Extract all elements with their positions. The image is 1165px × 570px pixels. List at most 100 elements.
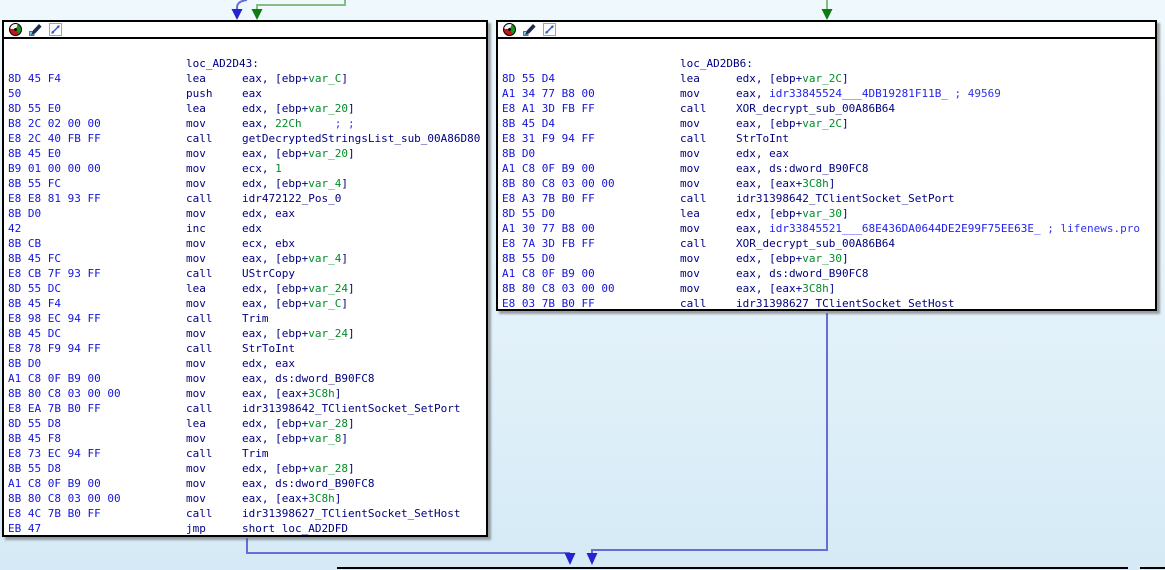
asm-line[interactable]: E8 CB 7F 93 FFcallUStrCopy bbox=[4, 266, 486, 281]
asm-line[interactable]: 42incedx bbox=[4, 221, 486, 236]
mnemonic: mov bbox=[680, 266, 700, 281]
node-color-icon[interactable] bbox=[9, 23, 22, 36]
asm-line[interactable]: 8B 45 F8moveax, [ebp+var_8] bbox=[4, 431, 486, 446]
opcode-bytes: 8B 80 C8 03 00 00 bbox=[8, 491, 121, 506]
asm-line[interactable]: 8B 80 C8 03 00 00moveax, [eax+3C8h] bbox=[4, 386, 486, 401]
asm-line[interactable]: E8 4C 7B B0 FFcallidr31398627_TClientSoc… bbox=[4, 506, 486, 521]
asm-line[interactable]: E8 31 F9 94 FFcallStrToInt bbox=[498, 131, 1155, 146]
operands: ecx, ebx bbox=[242, 236, 295, 251]
opcode-bytes: B9 01 00 00 00 bbox=[8, 161, 101, 176]
basic-block-loc_AD2DB6[interactable]: loc_AD2DB6:8D 55 D4leaedx, [ebp+var_2C]A… bbox=[496, 20, 1157, 311]
opcode-bytes: 8B 80 C8 03 00 00 bbox=[502, 176, 615, 191]
disassembly-listing: loc_AD2DB6:8D 55 D4leaedx, [ebp+var_2C]A… bbox=[498, 39, 1155, 311]
graph-view-canvas[interactable]: loc_AD2D43:8D 45 F4leaeax, [ebp+var_C]50… bbox=[0, 0, 1165, 570]
mnemonic: mov bbox=[680, 281, 700, 296]
asm-line[interactable]: B9 01 00 00 00movecx, 1 bbox=[4, 161, 486, 176]
operands: eax, 22Ch ; ; bbox=[242, 116, 355, 131]
mnemonic: mov bbox=[680, 176, 700, 191]
asm-line[interactable]: 8B 80 C8 03 00 00moveax, [eax+3C8h] bbox=[498, 281, 1155, 296]
asm-line[interactable]: E8 03 7B B0 FFcallidr31398627_TClientSoc… bbox=[498, 296, 1155, 311]
asm-line[interactable]: A1 30 77 B8 00moveax, idr33845521___68E4… bbox=[498, 221, 1155, 236]
mnemonic: lea bbox=[186, 416, 206, 431]
operands: edx, [ebp+var_4] bbox=[242, 176, 348, 191]
asm-line[interactable]: 8B 80 C8 03 00 00moveax, [eax+3C8h] bbox=[4, 491, 486, 506]
asm-line[interactable]: 8D 45 F4leaeax, [ebp+var_C] bbox=[4, 71, 486, 86]
operands: eax, [ebp+var_24] bbox=[242, 326, 355, 341]
asm-line[interactable]: E8 7A 3D FB FFcallXOR_decrypt_sub_00A86B… bbox=[498, 236, 1155, 251]
asm-line[interactable]: 8B 45 FCmoveax, [ebp+var_4] bbox=[4, 251, 486, 266]
asm-line[interactable]: E8 73 EC 94 FFcallTrim bbox=[4, 446, 486, 461]
asm-line[interactable]: 8D 55 DCleaedx, [ebp+var_24] bbox=[4, 281, 486, 296]
block-label: loc_AD2D43: bbox=[186, 56, 259, 71]
opcode-bytes: A1 C8 0F B9 00 bbox=[502, 266, 595, 281]
mnemonic: mov bbox=[186, 176, 206, 191]
operands: eax, ds:dword_B90FC8 bbox=[736, 266, 868, 281]
asm-blank-line[interactable] bbox=[498, 41, 1155, 56]
asm-line[interactable]: 8B D0movedx, eax bbox=[4, 206, 486, 221]
opcode-bytes: 8B 80 C8 03 00 00 bbox=[502, 281, 615, 296]
asm-line[interactable]: 8B 45 DCmoveax, [ebp+var_24] bbox=[4, 326, 486, 341]
edge-outgoing-left bbox=[247, 538, 576, 565]
asm-line[interactable]: 8B 55 FCmovedx, [ebp+var_4] bbox=[4, 176, 486, 191]
basic-block-loc_AD2D43[interactable]: loc_AD2D43:8D 45 F4leaeax, [ebp+var_C]50… bbox=[2, 20, 488, 537]
asm-line[interactable]: 8B D0movedx, eax bbox=[498, 146, 1155, 161]
asm-line[interactable]: A1 C8 0F B9 00moveax, ds:dword_B90FC8 bbox=[4, 476, 486, 491]
asm-line[interactable]: E8 E8 81 93 FFcallidr472122_Pos_0 bbox=[4, 191, 486, 206]
asm-line[interactable]: A1 34 77 B8 00moveax, idr33845524___4DB1… bbox=[498, 86, 1155, 101]
graph-options-icon[interactable] bbox=[543, 23, 556, 36]
asm-blank-line[interactable] bbox=[4, 41, 486, 56]
operands: edx bbox=[242, 221, 262, 236]
operands: edx, eax bbox=[736, 146, 789, 161]
asm-line[interactable]: B8 2C 02 00 00moveax, 22Ch ; ; bbox=[4, 116, 486, 131]
operands: getDecryptedStringsList_sub_00A86D80 bbox=[242, 131, 480, 146]
asm-line[interactable]: 8B 55 D8movedx, [ebp+var_28] bbox=[4, 461, 486, 476]
mnemonic: mov bbox=[186, 371, 206, 386]
opcode-bytes: 8B D0 bbox=[8, 206, 41, 221]
asm-line[interactable]: 8B 80 C8 03 00 00 mov eax, [eax+3C8h] bbox=[498, 176, 1155, 191]
asm-line[interactable]: 8D 55 D0leaedx, [ebp+var_30] bbox=[498, 206, 1155, 221]
edge-incoming-true-left bbox=[252, 0, 346, 20]
asm-line[interactable]: 50pusheax bbox=[4, 86, 486, 101]
opcode-bytes: A1 30 77 B8 00 bbox=[502, 221, 595, 236]
edit-icon[interactable] bbox=[29, 23, 42, 36]
asm-line[interactable]: A1 C8 0F B9 00 mov eax, ds:dword_B90FC8 bbox=[498, 266, 1155, 281]
asm-line[interactable]: A1 C8 0F B9 00moveax, ds:dword_B90FC8 bbox=[4, 371, 486, 386]
operands: edx, [ebp+var_20] bbox=[242, 101, 355, 116]
asm-line[interactable]: 8D 55 E0leaedx, [ebp+var_20] bbox=[4, 101, 486, 116]
operands: eax, [ebp+var_2C] bbox=[736, 116, 849, 131]
asm-line[interactable]: E8 EA 7B B0 FFcallidr31398642_TClientSoc… bbox=[4, 401, 486, 416]
operands: eax, [eax+3C8h] bbox=[736, 176, 835, 191]
asm-line[interactable]: E8 98 EC 94 FFcallTrim bbox=[4, 311, 486, 326]
mnemonic: call bbox=[186, 506, 213, 521]
graph-options-icon[interactable] bbox=[49, 23, 62, 36]
operands: StrToInt bbox=[736, 131, 789, 146]
mnemonic: mov bbox=[680, 161, 700, 176]
asm-line[interactable]: EB 47jmpshort loc_AD2DFD bbox=[4, 521, 486, 536]
asm-line[interactable]: E8 2C 40 FB FFcallgetDecryptedStringsLis… bbox=[4, 131, 486, 146]
asm-line[interactable]: 8D 55 D4leaedx, [ebp+var_2C] bbox=[498, 71, 1155, 86]
asm-line[interactable]: 8B 55 D0movedx, [ebp+var_30] bbox=[498, 251, 1155, 266]
operands: Trim bbox=[242, 446, 269, 461]
mnemonic: mov bbox=[186, 146, 206, 161]
asm-label-line[interactable]: loc_AD2DB6: bbox=[498, 56, 1155, 71]
asm-line[interactable]: E8 A3 7B B0 FFcallidr31398642_TClientSoc… bbox=[498, 191, 1155, 206]
asm-line[interactable]: 8B 45 D4moveax, [ebp+var_2C] bbox=[498, 116, 1155, 131]
asm-line[interactable]: 8B CBmovecx, ebx bbox=[4, 236, 486, 251]
asm-line[interactable]: 8B 45 E0moveax, [ebp+var_20] bbox=[4, 146, 486, 161]
operands: eax, [ebp+var_4] bbox=[242, 251, 348, 266]
node-color-icon[interactable] bbox=[503, 23, 516, 36]
asm-line[interactable]: E8 A1 3D FB FFcallXOR_decrypt_sub_00A86B… bbox=[498, 101, 1155, 116]
opcode-bytes: A1 C8 0F B9 00 bbox=[502, 161, 595, 176]
asm-line[interactable]: A1 C8 0F B9 00moveax, ds:dword_B90FC8 bbox=[498, 161, 1155, 176]
opcode-bytes: E8 78 F9 94 FF bbox=[8, 341, 101, 356]
asm-line[interactable]: E8 78 F9 94 FFcallStrToInt bbox=[4, 341, 486, 356]
edit-icon[interactable] bbox=[523, 23, 536, 36]
mnemonic: mov bbox=[680, 116, 700, 131]
operands: edx, eax bbox=[242, 356, 295, 371]
asm-line[interactable]: 8D 55 D8leaedx, [ebp+var_28] bbox=[4, 416, 486, 431]
asm-line[interactable]: 8B D0movedx, eax bbox=[4, 356, 486, 371]
asm-label-line[interactable]: loc_AD2D43: bbox=[4, 56, 486, 71]
asm-line[interactable]: 8B 45 F4moveax, [ebp+var_C] bbox=[4, 296, 486, 311]
mnemonic: call bbox=[186, 266, 213, 281]
disassembly-listing: loc_AD2D43:8D 45 F4leaeax, [ebp+var_C]50… bbox=[4, 39, 486, 536]
